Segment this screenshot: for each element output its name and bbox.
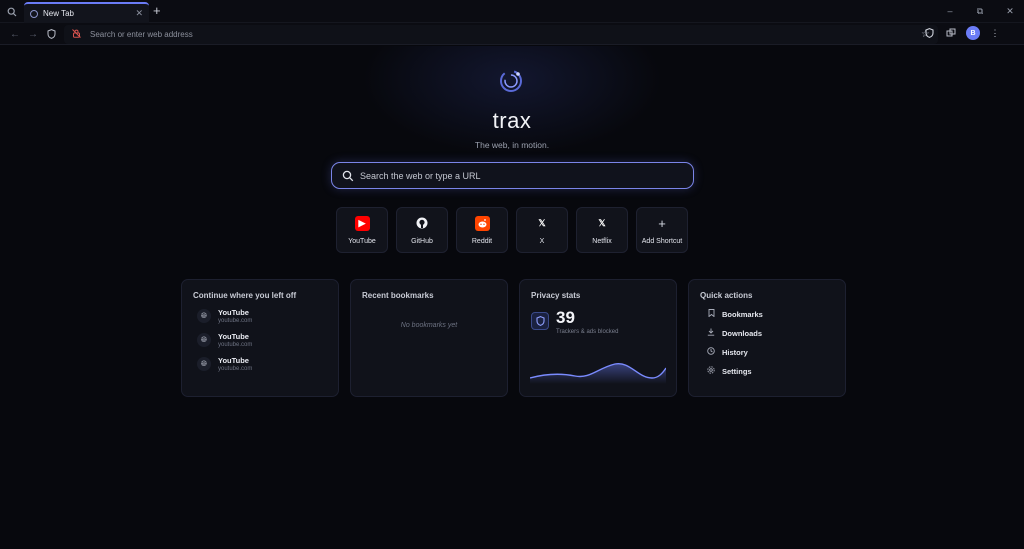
globe-icon: 🌐︎ (197, 309, 211, 323)
search-input[interactable] (360, 170, 683, 181)
forward-arrow-icon[interactable]: → (26, 27, 40, 41)
tab-title: New Tab (43, 9, 74, 18)
shield-icon (531, 312, 549, 330)
quick-action-label: Downloads (722, 328, 763, 338)
tab-new-tab[interactable]: New Tab ✕ (24, 2, 149, 23)
history-icon (706, 347, 716, 357)
shield-icon[interactable] (44, 27, 58, 41)
tab-search-icon[interactable] (4, 4, 20, 20)
address-bar[interactable]: ☆ (64, 25, 938, 44)
trax-favicon-icon (30, 9, 38, 18)
search-icon (342, 170, 354, 181)
close-tab-icon[interactable]: ✕ (135, 8, 143, 19)
item-url: youtube.com (218, 366, 253, 372)
shield-blocker-icon[interactable] (922, 26, 936, 40)
shortcuts: ▶ YouTube GitHub Reddit 𝕏 X 𝕏 Netflix + … (336, 207, 688, 253)
quick-action-history[interactable]: History (706, 347, 834, 357)
globe-icon: 🌐︎ (197, 333, 211, 347)
shortcut-label: YouTube (348, 237, 376, 245)
item-name: YouTube (218, 308, 249, 317)
quick-action-downloads[interactable]: Downloads (706, 328, 834, 338)
list-item[interactable]: 🌐︎ YouTube youtube.com (193, 332, 327, 348)
toolbar-right: B ⋮ (922, 26, 1002, 40)
privacy-sparkline (530, 363, 666, 384)
profile-avatar[interactable]: B (966, 26, 980, 40)
address-input[interactable] (90, 30, 922, 39)
x-icon: 𝕏 (598, 217, 606, 228)
quick-action-label: History (722, 347, 748, 357)
shortcut-label: Add Shortcut (641, 237, 683, 245)
trax-logo-icon (500, 70, 522, 92)
minimize-button[interactable]: – (944, 2, 956, 20)
shortcut-label: Reddit (471, 237, 493, 245)
card-title: Quick actions (700, 291, 753, 300)
reddit-icon (474, 215, 490, 231)
menu-icon[interactable]: ⋮ (988, 26, 1002, 40)
quick-action-label: Settings (722, 366, 752, 376)
item-name: YouTube (218, 356, 249, 365)
window-controls: – ⧉ ✕ (944, 2, 1016, 20)
shortcut-label: Netflix (592, 237, 612, 245)
shortcut-netflix[interactable]: 𝕏 Netflix (576, 207, 628, 253)
trackers-count: 39 (556, 308, 575, 327)
back-arrow-icon[interactable]: ← (8, 27, 22, 41)
list-item[interactable]: 🌐︎ YouTube youtube.com (193, 308, 327, 324)
plus-icon: + (658, 215, 666, 231)
list-item[interactable]: 🌐︎ YouTube youtube.com (193, 356, 327, 372)
quick-actions-card: Quick actions Bookmarks Downloads Histor… (688, 279, 846, 397)
dashboard-cards: Continue where you left off 🌐︎ YouTube y… (181, 279, 846, 397)
restore-button[interactable]: ⧉ (974, 2, 986, 20)
item-url: youtube.com (218, 342, 253, 348)
extensions-icon[interactable] (944, 26, 958, 40)
continue-card: Continue where you left off 🌐︎ YouTube y… (181, 279, 339, 397)
tab-strip: New Tab ✕ + – ⧉ ✕ (0, 0, 1024, 23)
close-window-button[interactable]: ✕ (1004, 2, 1016, 20)
shortcut-youtube[interactable]: ▶ YouTube (336, 207, 388, 253)
shortcut-label: GitHub (411, 237, 433, 245)
globe-icon: 🌐︎ (197, 357, 211, 371)
x-icon: 𝕏 (538, 217, 546, 228)
github-icon (415, 216, 430, 231)
privacy-card: Privacy stats 39 Trackers & ads blocked (519, 279, 677, 397)
trackers-label: Trackers & ads blocked (556, 329, 619, 335)
empty-state: No bookmarks yet (400, 322, 458, 329)
quick-action-label: Bookmarks (722, 309, 763, 319)
toolbar: ← → ☆ B ⋮ (0, 23, 1024, 45)
brand-name: trax (492, 108, 532, 133)
card-title: Privacy stats (531, 291, 581, 300)
new-tab-button[interactable]: + (153, 3, 161, 18)
card-title: Recent bookmarks (362, 291, 434, 300)
shortcut-x[interactable]: 𝕏 X (516, 207, 568, 253)
youtube-icon: ▶ (354, 215, 370, 231)
insecure-lock-icon (72, 29, 84, 40)
shortcut-reddit[interactable]: Reddit (456, 207, 508, 253)
bookmarks-card: Recent bookmarks No bookmarks yet (350, 279, 508, 397)
settings-icon (706, 366, 716, 376)
item-name: YouTube (218, 332, 249, 341)
download-icon (706, 328, 716, 338)
add-shortcut-button[interactable]: + Add Shortcut (636, 207, 688, 253)
quick-action-bookmarks[interactable]: Bookmarks (706, 309, 834, 319)
quick-action-settings[interactable]: Settings (706, 366, 834, 376)
tagline: The web, in motion. (474, 140, 550, 150)
bookmark-icon (706, 309, 716, 319)
shortcut-github[interactable]: GitHub (396, 207, 448, 253)
card-title: Continue where you left off (193, 291, 297, 300)
item-url: youtube.com (218, 318, 253, 324)
main-search[interactable] (331, 162, 694, 189)
shortcut-label: X (539, 237, 545, 245)
